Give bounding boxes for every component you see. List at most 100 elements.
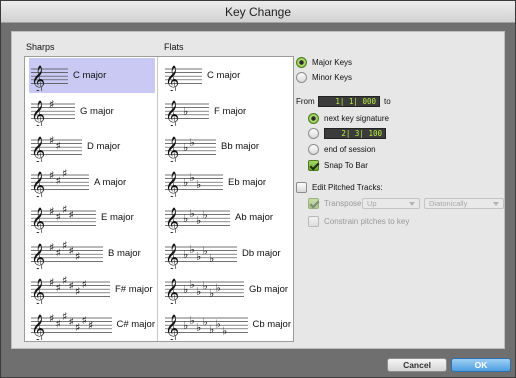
key-row-sharp-4[interactable]: 𝄞 ♯ ♯ ♯ ♯ E major [29, 200, 155, 235]
flat-sign-icon: ♭ [209, 251, 214, 264]
key-label: D major [87, 141, 121, 153]
key-signature-staff: 𝄞 ♭ ♭♭ ♭♭ ♭♭ [165, 313, 249, 340]
cancel-button[interactable]: Cancel [387, 358, 447, 372]
treble-clef-icon: 𝄞 [31, 136, 45, 162]
sharp-sign-icon: ♯ [69, 208, 74, 221]
flat-sign-icon: ♭ [203, 208, 208, 221]
key-label: Bb major [221, 141, 260, 153]
from-counter[interactable]: 1| 1| 000 [318, 96, 380, 107]
to-label: to [384, 97, 391, 106]
flat-sign-icon: ♭ [203, 244, 208, 257]
key-row-flat-2[interactable]: 𝄞 ♭ ♭ Bb major [163, 129, 291, 164]
treble-clef-icon: 𝄞 [165, 243, 179, 269]
transpose-direction-select[interactable]: Up [362, 198, 420, 209]
sharp-sign-icon: ♯ [69, 244, 74, 257]
key-signature-staff: 𝄞 ♭ ♭♭ ♭♭ [165, 242, 237, 269]
constrain-pitches-checkbox[interactable] [308, 216, 319, 227]
treble-clef-icon: 𝄞 [165, 65, 179, 91]
flat-sign-icon: ♭ [190, 207, 195, 220]
chevron-down-icon [409, 202, 415, 206]
key-signature-staff: 𝄞 ♯ ♯ [31, 134, 82, 162]
key-label: C major [73, 70, 107, 81]
sharp-sign-icon: ♯ [49, 312, 54, 325]
sharp-sign-icon: ♯ [69, 315, 74, 328]
flat-sign-icon: ♭ [203, 280, 208, 293]
key-label: Ab major [235, 212, 274, 224]
edit-pitched-tracks-checkbox[interactable] [296, 182, 307, 193]
sharp-sign-icon: ♯ [69, 280, 74, 293]
key-row-sharp-6[interactable]: 𝄞 ♯ ♯ ♯ ♯ ♯ ♯ F# major [29, 272, 155, 307]
key-label: Db major [242, 248, 281, 259]
flat-sign-icon: ♭ [183, 176, 188, 189]
key-label: E major [101, 212, 134, 224]
key-row-flat-4[interactable]: 𝄞 ♭ ♭ ♭ ♭ Ab major [163, 200, 291, 235]
transpose-mode-select[interactable]: Diatonically [424, 198, 504, 209]
treble-clef-icon: 𝄞 [31, 100, 45, 126]
key-label: A major [94, 176, 127, 188]
key-row-flat-6[interactable]: 𝄞 ♭ ♭ ♭ ♭ ♭ ♭ Gb major [163, 272, 291, 307]
key-row-sharp-5[interactable]: 𝄞 ♯ ♯ ♯ ♯ ♯ B major [29, 236, 155, 271]
transpose-checkbox[interactable] [308, 198, 319, 209]
treble-clef-icon: 𝄞 [31, 278, 45, 304]
key-signature-staff: 𝄞 ♭ ♭♭ ♭ [165, 207, 230, 233]
major-keys-radio[interactable] [296, 57, 307, 68]
sharp-sign-icon: ♯ [56, 246, 61, 259]
flat-sign-icon: ♭ [183, 248, 188, 261]
flat-sign-icon: ♭ [190, 135, 195, 148]
flat-sign-icon: ♭ [190, 242, 195, 255]
key-list: 𝄞 C major 𝄞 ♯ G major 𝄞 ♯ ♯ D major 𝄞 ♯ ♯ ♯ A major 𝄞 ♯… [24, 56, 294, 342]
end-of-session-radio[interactable] [308, 144, 319, 155]
key-signature-staff: 𝄞 ♯ [31, 98, 75, 126]
flat-sign-icon: ♭ [196, 285, 201, 298]
key-row-sharp-0[interactable]: 𝄞 C major [29, 58, 155, 93]
minor-keys-radio[interactable] [296, 72, 307, 83]
flat-sign-icon: ♭ [196, 250, 201, 263]
from-label: From [296, 97, 315, 106]
sharp-sign-icon: ♯ [82, 313, 87, 326]
key-row-flat-3[interactable]: 𝄞 ♭ ♭ ♭ Eb major [163, 165, 291, 200]
key-row-sharp-3[interactable]: 𝄞 ♯ ♯ ♯ A major [29, 165, 155, 200]
flat-sign-icon: ♭ [196, 178, 201, 191]
key-row-sharp-2[interactable]: 𝄞 ♯ ♯ D major [29, 129, 155, 164]
key-signature-staff: 𝄞 ♭ ♭ [165, 135, 216, 162]
minor-keys-label: Minor Keys [312, 73, 353, 82]
constrain-pitches-label: Constrain pitches to key [324, 217, 410, 226]
flat-sign-icon: ♭ [196, 214, 201, 227]
sharp-sign-icon: ♯ [49, 241, 54, 254]
to-location-radio[interactable] [308, 128, 319, 139]
sharp-sign-icon: ♯ [62, 203, 67, 216]
key-row-flat-7[interactable]: 𝄞 ♭ ♭ ♭ ♭ ♭ ♭ ♭ Cb major [163, 307, 291, 342]
key-label: Eb major [228, 176, 267, 188]
dialog-content: Sharps Flats 𝄞 C major 𝄞 ♯ G major 𝄞 ♯ ♯ D major… [11, 31, 505, 349]
sharps-header: Sharps [26, 42, 55, 52]
to-counter[interactable]: 2| 3| 100 [324, 128, 386, 139]
flat-sign-icon: ♭ [216, 281, 221, 294]
key-row-flat-0[interactable]: 𝄞 C major [163, 58, 291, 93]
key-signature-staff: 𝄞 ♯ ♯♯ ♯ ♯♯ [31, 274, 110, 304]
treble-clef-icon: 𝄞 [165, 278, 179, 304]
snap-to-bar-checkbox[interactable] [308, 160, 319, 171]
chevron-down-icon [493, 202, 499, 206]
button-bar: Cancel OK [11, 353, 511, 373]
transpose-label: Transpose [324, 199, 362, 208]
flat-sign-icon: ♭ [183, 212, 188, 225]
key-row-flat-5[interactable]: 𝄞 ♭ ♭ ♭ ♭ ♭ Db major [163, 236, 291, 271]
key-label: G major [80, 105, 114, 117]
key-signature-staff: 𝄞 ♯ ♯♯ ♯ ♯ [31, 239, 103, 269]
key-row-flat-1[interactable]: 𝄞 ♭ F major [163, 94, 291, 129]
sharp-sign-icon: ♯ [56, 210, 61, 223]
treble-clef-icon: 𝄞 [165, 100, 179, 126]
sharp-sign-icon: ♯ [62, 167, 67, 180]
sharp-sign-icon: ♯ [82, 278, 87, 291]
key-row-sharp-7[interactable]: 𝄞 ♯ ♯ ♯ ♯ ♯ ♯ ♯ C# major [29, 307, 155, 342]
sharp-sign-icon: ♯ [75, 285, 80, 298]
ok-button[interactable]: OK [451, 358, 511, 372]
snap-to-bar-label: Snap To Bar [324, 161, 368, 170]
sharp-sign-icon: ♯ [75, 250, 80, 263]
key-signature-staff: 𝄞 ♭ ♭♭ [165, 171, 223, 197]
sharp-sign-icon: ♯ [56, 139, 61, 152]
next-key-signature-radio[interactable] [308, 113, 319, 124]
key-label: F major [214, 105, 247, 117]
key-row-sharp-1[interactable]: 𝄞 ♯ G major [29, 94, 155, 129]
treble-clef-icon: 𝄞 [31, 207, 45, 233]
